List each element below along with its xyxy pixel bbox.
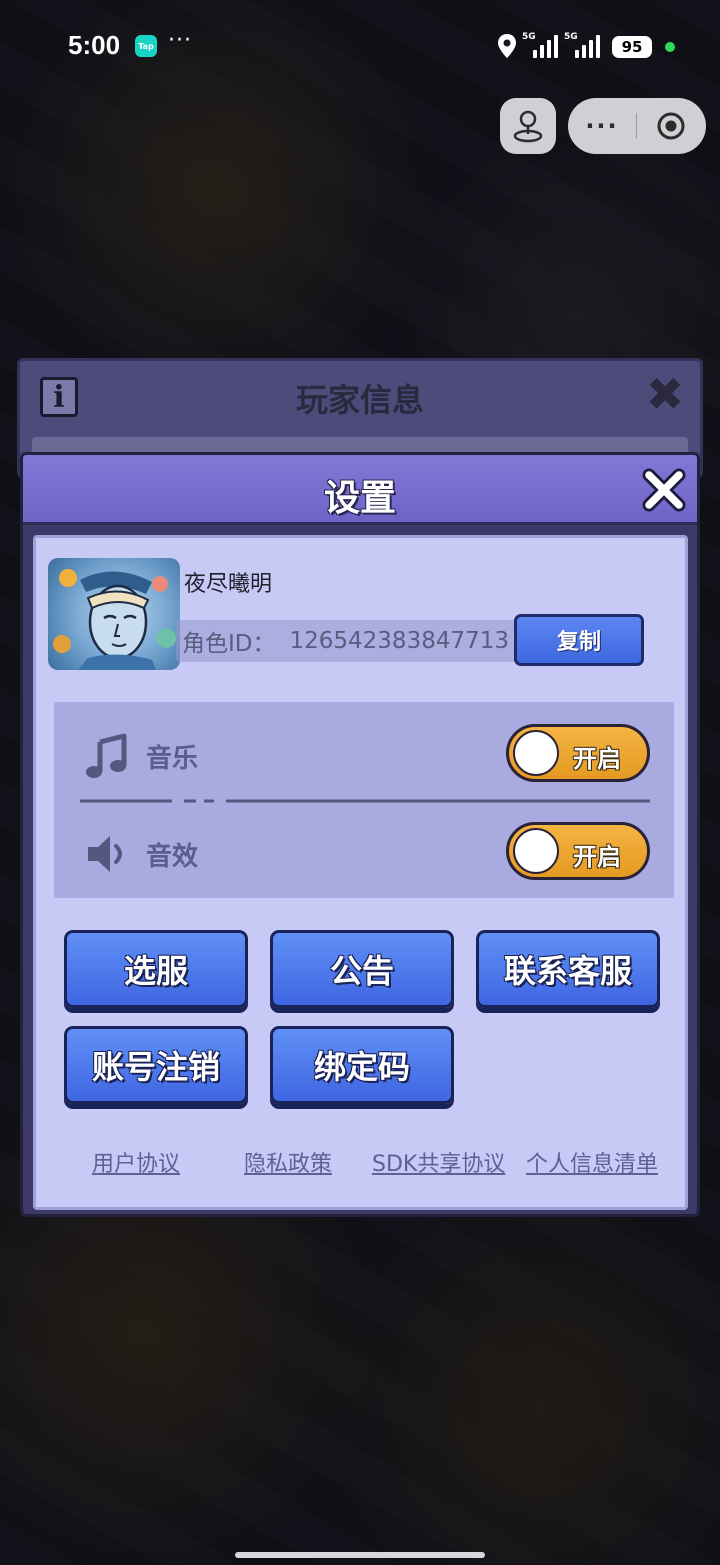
avatar-illustration [53, 569, 176, 670]
bind-code-button[interactable]: 绑定码 [270, 1026, 454, 1104]
legal-links: 用户协议 隐私政策 SDK共享协议 个人信息清单 [36, 1146, 685, 1178]
dialog-body: 夜尽曦明 角色ID： 126542383847713 复制 音乐 开启 音效 开… [33, 535, 688, 1210]
joystick-button[interactable] [500, 98, 556, 154]
player-name: 夜尽曦明 [184, 572, 273, 597]
role-id-value: 126542383847713 [289, 628, 510, 654]
music-row: 音乐 开启 [54, 724, 674, 784]
sfx-row: 音效 开启 [54, 822, 674, 882]
role-id-field: 角色ID： 126542383847713 [176, 620, 516, 662]
toggle-knob [513, 828, 559, 874]
toggle-knob [513, 730, 559, 776]
close-icon [642, 468, 686, 512]
music-note-icon [86, 733, 127, 778]
status-bar: 5:00 Tap ··· 5G 5G 95 [0, 0, 720, 92]
signal-icon: 5G [564, 32, 600, 58]
settings-dialog: 设置 夜尽曦明 角色ID： 126542383847713 复制 音乐 开启 音… [20, 452, 700, 1217]
sfx-toggle[interactable]: 开启 [506, 822, 650, 880]
personal-info-list-link[interactable]: 个人信息清单 [526, 1146, 658, 1178]
contact-support-button[interactable]: 联系客服 [476, 930, 660, 1008]
home-indicator[interactable] [235, 1552, 485, 1558]
divider [80, 799, 650, 803]
announcement-button[interactable]: 公告 [270, 930, 454, 1008]
player-info-close-icon: ✖ [645, 367, 685, 421]
record-button[interactable] [637, 111, 705, 141]
status-time: 5:00 [68, 30, 121, 60]
role-id-label: 角色ID： [182, 631, 276, 657]
mini-program-capsule: ··· [568, 98, 706, 154]
sdk-sharing-link[interactable]: SDK共享协议 [372, 1146, 505, 1178]
music-label: 音乐 [146, 744, 199, 774]
user-agreement-link[interactable]: 用户协议 [92, 1146, 180, 1178]
music-toggle[interactable]: 开启 [506, 724, 650, 782]
tap-app-icon: Tap [135, 35, 157, 57]
close-button[interactable] [639, 465, 689, 515]
more-notifications-icon: ··· [168, 28, 192, 53]
dialog-title: 设置 [323, 478, 396, 519]
music-toggle-state: 开启 [573, 745, 621, 773]
copy-button[interactable]: 复制 [514, 614, 644, 666]
location-icon [498, 34, 516, 58]
player-info-title: 玩家信息 [295, 381, 424, 419]
battery-icon: 95 [612, 36, 652, 58]
dialog-header: 设置 [23, 455, 697, 525]
speaker-icon [88, 836, 122, 872]
sound-settings-panel: 音乐 开启 音效 开启 [54, 702, 674, 898]
avatar [48, 558, 180, 670]
joystick-icon [513, 110, 543, 143]
privacy-policy-link[interactable]: 隐私政策 [244, 1146, 332, 1178]
more-icon[interactable]: ··· [568, 112, 636, 140]
delete-account-button[interactable]: 账号注销 [64, 1026, 248, 1104]
privacy-indicator-dot [665, 42, 675, 52]
sfx-label: 音效 [146, 842, 199, 872]
signal-icon: 5G [522, 32, 558, 58]
select-server-button[interactable]: 选服 [64, 930, 248, 1008]
record-icon [657, 112, 685, 140]
sfx-toggle-state: 开启 [573, 843, 621, 871]
